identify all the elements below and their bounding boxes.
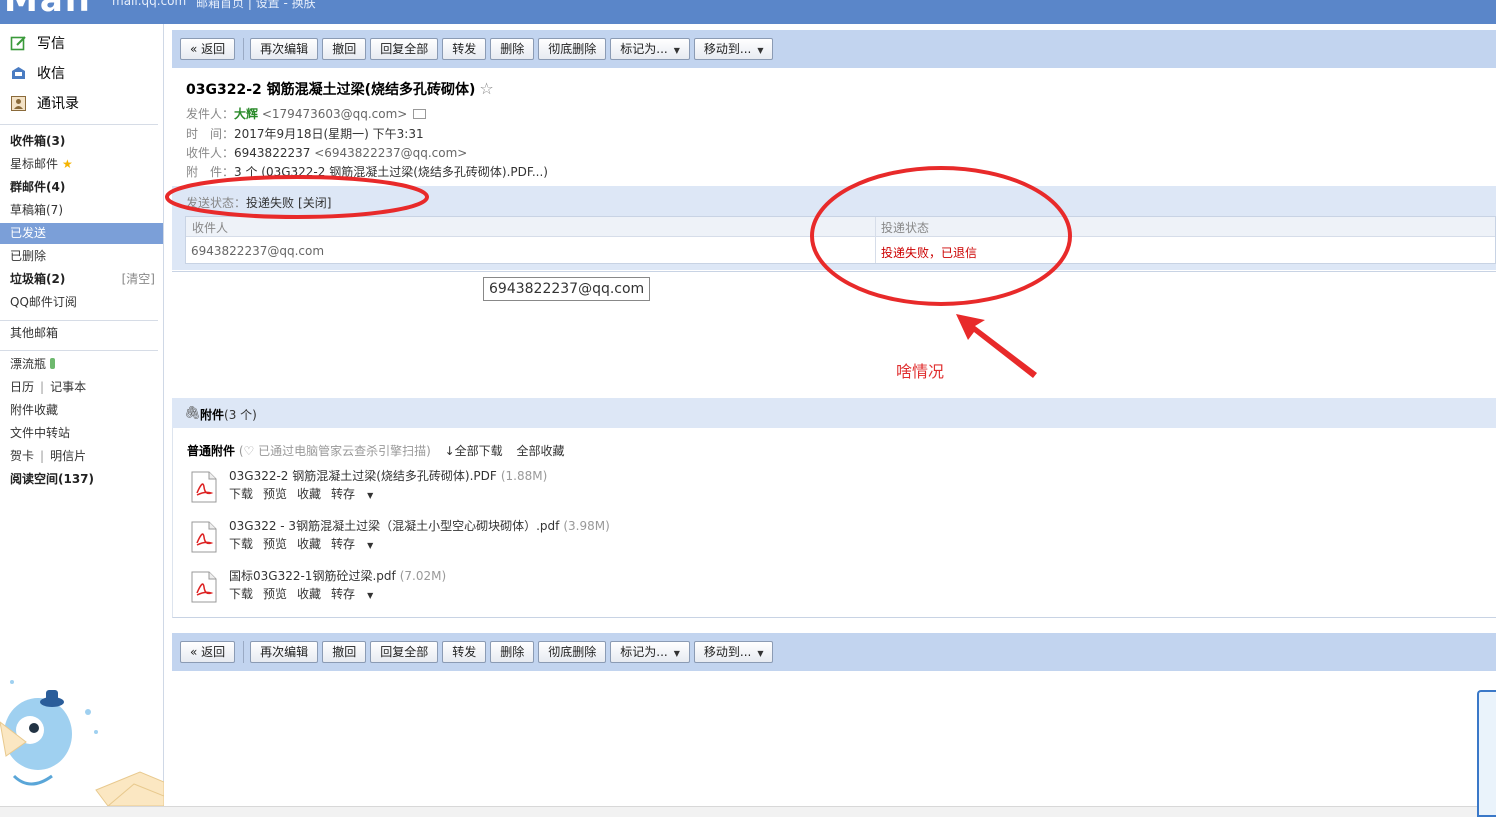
annotation-ellipse-status bbox=[165, 175, 429, 219]
forward-button[interactable]: 转发 bbox=[442, 641, 487, 663]
normal-attachments-label: 普通附件 bbox=[187, 444, 236, 458]
collect-all-link[interactable]: 全部收藏 bbox=[517, 444, 565, 458]
browser-status-bar bbox=[0, 806, 1496, 817]
attachments-header: 🖇 附件(3 个) bbox=[172, 398, 1496, 428]
pdf-file-icon bbox=[191, 571, 217, 603]
file-name: 03G322-2 钢筋混凝土过梁(烧结多孔砖砌体).PDF bbox=[229, 469, 497, 483]
attachment-item: 03G322-2 钢筋混凝土过梁(烧结多孔砖砌体).PDF (1.88M) 下载预… bbox=[187, 467, 1087, 507]
attachment-item: 国标03G322-1钢筋砼过梁.pdf (7.02M) 下载 预览 收藏 转存 ▼ bbox=[187, 567, 1087, 607]
attachment-actions: 下载 预览 收藏 转存 ▼ bbox=[229, 585, 393, 602]
attachments-title-text: 附件 bbox=[200, 408, 225, 422]
file-size: (7.02M) bbox=[399, 569, 447, 583]
file-name: 03G322 - 3钢筋混凝土过梁（混凝土小型空心砌块砌体）.pdf bbox=[229, 519, 560, 533]
caret-down-icon: ▼ bbox=[757, 649, 764, 658]
reply-all-button[interactable]: 回复全部 bbox=[370, 641, 439, 663]
file-size: (1.88M) bbox=[500, 469, 548, 483]
attachments-body: 普通附件 (♡ 已通过电脑管家云查杀引擎扫描) ↓全部下载 全部收藏 03G32… bbox=[172, 428, 1496, 618]
mail-toolbar-bottom: « 返回 再次编辑 撤回 回复全部 转发 删除 彻底删除 标记为... ▼ 移动到… bbox=[172, 633, 1496, 671]
transfer-dropdown[interactable]: 转存 ▼ bbox=[331, 587, 383, 601]
file-name: 国标03G322-1钢筋砼过梁.pdf bbox=[229, 569, 396, 583]
move-to-dropdown[interactable]: 移动到... ▼ bbox=[693, 641, 774, 663]
attachment-name[interactable]: 03G322 - 3钢筋混凝土过梁（混凝土小型空心砌块砌体）.pdf (3.98M… bbox=[229, 517, 610, 534]
move-to-label: 移动到... bbox=[703, 645, 752, 659]
attachments-count: (3 个) bbox=[224, 408, 257, 422]
mark-as-dropdown[interactable]: 标记为... ▼ bbox=[610, 641, 690, 663]
transfer-label: 转存 bbox=[331, 537, 356, 551]
pdf-file-icon bbox=[191, 521, 217, 553]
transfer-dropdown[interactable]: 转存 ▼ bbox=[331, 537, 383, 551]
attachments-title: 附件(3 个) bbox=[200, 406, 257, 423]
transfer-dropdown[interactable]: 转存 ▼ bbox=[331, 487, 383, 501]
caret-down-icon: ▼ bbox=[367, 541, 374, 550]
file-size: (3.98M) bbox=[563, 519, 610, 533]
attachment-name[interactable]: 03G322-2 钢筋混凝土过梁(烧结多孔砖砌体).PDF (1.88M) bbox=[229, 467, 547, 484]
caret-down-icon: ▼ bbox=[367, 591, 374, 600]
attachment-item: 03G322 - 3钢筋混凝土过梁（混凝土小型空心砌块砌体）.pdf (3.98M… bbox=[187, 517, 1087, 557]
reedit-button[interactable]: 再次编辑 bbox=[250, 641, 319, 663]
paperclip-icon: 🖇 bbox=[184, 406, 201, 421]
delete-forever-button[interactable]: 彻底删除 bbox=[538, 641, 607, 663]
attachment-actions: 下载 预览 收藏 转存 ▼ bbox=[229, 535, 393, 552]
side-popup-window[interactable] bbox=[1477, 690, 1496, 817]
annotation-ellipse-delivery bbox=[810, 166, 1072, 306]
scan-note: (♡ 已通过电脑管家云查杀引擎扫描) bbox=[238, 444, 431, 458]
collect-link[interactable]: 收藏 bbox=[297, 537, 321, 551]
transfer-label: 转存 bbox=[331, 587, 356, 601]
attachment-name[interactable]: 国标03G322-1钢筋砼过梁.pdf (7.02M) bbox=[229, 567, 446, 584]
preview-link[interactable]: 预览 bbox=[263, 587, 287, 601]
caret-down-icon: ▼ bbox=[673, 649, 680, 658]
pdf-file-icon bbox=[191, 471, 217, 503]
annotation-text: 啥情况 bbox=[896, 362, 945, 381]
download-all-label: 全部下载 bbox=[454, 444, 503, 458]
download-link[interactable]: 下载 bbox=[229, 487, 253, 501]
annotation-arrow bbox=[956, 314, 1037, 378]
attachment-actions: 下载 预览 收藏 转存 ▼ bbox=[229, 485, 393, 502]
caret-down-icon: ▼ bbox=[367, 491, 374, 500]
preview-link[interactable]: 预览 bbox=[263, 487, 287, 501]
back-button[interactable]: « 返回 bbox=[180, 641, 236, 663]
toolbar-divider bbox=[243, 641, 245, 663]
collect-link[interactable]: 收藏 bbox=[297, 487, 321, 501]
collect-link[interactable]: 收藏 bbox=[297, 587, 321, 601]
delete-button[interactable]: 删除 bbox=[490, 641, 535, 663]
download-all-link[interactable]: ↓全部下载 bbox=[445, 444, 503, 458]
download-arrow-icon: ↓ bbox=[444, 444, 455, 458]
preview-link[interactable]: 预览 bbox=[263, 537, 287, 551]
mark-as-label: 标记为... bbox=[620, 645, 668, 659]
download-link[interactable]: 下载 bbox=[229, 537, 253, 551]
transfer-label: 转存 bbox=[331, 487, 356, 501]
download-link[interactable]: 下载 bbox=[229, 587, 253, 601]
recall-button[interactable]: 撤回 bbox=[322, 641, 367, 663]
attachments-subheader: 普通附件 (♡ 已通过电脑管家云查杀引擎扫描) ↓全部下载 全部收藏 bbox=[187, 442, 565, 459]
